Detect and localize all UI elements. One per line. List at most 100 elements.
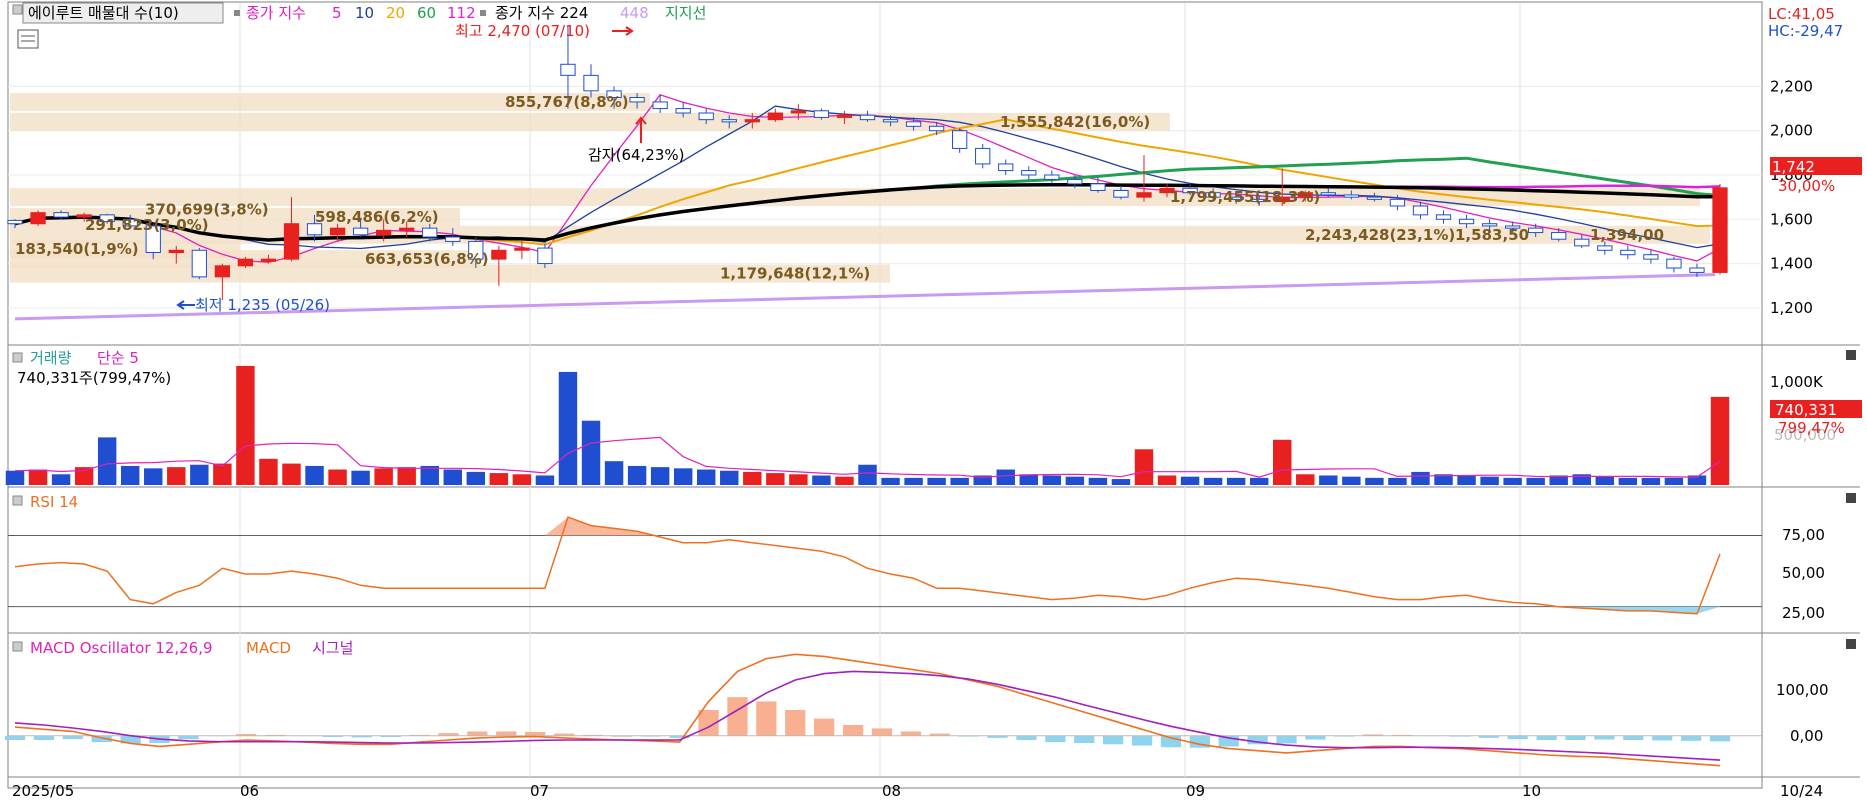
candle-body	[882, 119, 899, 123]
macd-toggle-icon[interactable]	[12, 641, 23, 652]
calculator-icon[interactable]	[17, 29, 39, 49]
volume-last: 740,331	[1775, 401, 1837, 419]
candle-body	[952, 130, 968, 149]
volume-band-label: 370,699(3,8%)	[145, 200, 269, 218]
legend-ma448: 448	[620, 4, 649, 22]
volume-bar	[904, 477, 923, 485]
legend-toggle-icon[interactable]	[12, 4, 23, 15]
volume-bar	[766, 473, 785, 485]
macd-title: MACD Oscillator 12,26,9	[30, 639, 213, 657]
signal-line	[14, 670, 1721, 761]
legend-support: 지지선	[665, 4, 706, 22]
volume-close-icon[interactable]	[1846, 350, 1856, 360]
volume-bar	[1526, 477, 1545, 485]
volume-axis-tick: 1,000K	[1770, 373, 1824, 391]
price-axis: 2,2002,0001,8001,6001,4001,200	[1770, 77, 1813, 316]
volume-bar	[558, 371, 578, 485]
candle-body	[168, 249, 184, 254]
candle-body	[445, 236, 461, 242]
volume-bar	[1480, 476, 1499, 485]
volume-bar	[282, 463, 301, 485]
candle-body	[1689, 267, 1705, 273]
candle-body	[1389, 198, 1406, 207]
rsi-overbought-fill	[15, 517, 1720, 536]
candle-body	[399, 227, 415, 231]
high-arrow-icon	[612, 26, 634, 36]
candle-body	[30, 212, 46, 225]
x-label-may: 2025/05	[12, 782, 74, 800]
volume-bar	[236, 365, 255, 485]
candle-body	[1412, 205, 1429, 216]
macd-oscillator-bar	[1680, 735, 1702, 741]
volume-bar	[374, 468, 393, 485]
volume-ma-label: 단순 5	[97, 349, 139, 367]
legend-bullet-icon	[234, 10, 240, 16]
candle-body	[1458, 218, 1475, 225]
volume-bar	[789, 474, 808, 485]
volume-bar	[1710, 396, 1730, 485]
volume-bar	[858, 464, 877, 485]
x-label-oct: 10	[1522, 782, 1541, 800]
volume-band-label: 1,799,455(18,3%)	[1170, 188, 1320, 206]
candle-body	[652, 101, 668, 110]
volume-bar	[1342, 476, 1361, 485]
candle-body	[1113, 190, 1129, 198]
volume-bar	[650, 467, 670, 485]
volume-bar	[1042, 475, 1062, 485]
volume-bar	[259, 458, 278, 485]
rsi-axis-75: 75,00	[1782, 526, 1825, 544]
candle-body	[975, 147, 991, 165]
legend-ma-label: 종가 지수	[246, 4, 306, 22]
volume-bar	[996, 469, 1015, 485]
volume-bar	[881, 477, 900, 485]
volume-bar	[512, 474, 532, 485]
volume-bar	[1249, 477, 1269, 485]
macd-oscillator-bar	[33, 735, 55, 740]
candle-body	[1343, 194, 1359, 198]
volume-band-label: 855,767(8,8%)	[505, 93, 629, 111]
macd-axis-0: 0,00	[1790, 727, 1823, 745]
volume-bar	[466, 471, 486, 485]
macd-oscillator-bar	[814, 718, 835, 736]
volume-bar	[443, 469, 462, 485]
volume-bar	[812, 475, 831, 485]
candle-body	[376, 229, 392, 236]
volume-bar	[1641, 477, 1661, 485]
candle-body	[53, 212, 69, 218]
rsi-axis-25: 25,00	[1782, 604, 1825, 622]
volume-bar	[1180, 476, 1200, 485]
legend-ma5: 5	[332, 4, 342, 22]
volume-bar	[144, 468, 163, 485]
volume-bar	[51, 474, 71, 485]
macd-oscillator-bar	[1652, 735, 1673, 741]
signal-label: 시그널	[312, 639, 353, 657]
candle-body	[1067, 178, 1083, 185]
volume-bar	[535, 475, 555, 485]
macd-axis-100: 100,00	[1776, 681, 1829, 699]
volume-band-label: 2,243,428(23,1%)	[1305, 226, 1455, 244]
candle-body	[1712, 187, 1728, 273]
price-axis-tick: 2,200	[1770, 77, 1813, 95]
macd-oscillator-bar	[1276, 735, 1297, 744]
rsi-close-icon[interactable]	[1846, 493, 1856, 503]
macd-oscillator-bar	[842, 725, 864, 736]
macd-oscillator-bar	[467, 731, 488, 736]
macd-oscillator-bar	[756, 701, 777, 736]
candle-body	[1620, 249, 1636, 256]
macd-oscillator-bar	[871, 728, 893, 736]
volume-bar	[1111, 479, 1131, 485]
macd-close-icon[interactable]	[1846, 639, 1856, 649]
macd-oscillator-bar	[1103, 735, 1124, 745]
volume-toggle-icon[interactable]	[12, 352, 23, 363]
x-label-aug: 08	[882, 782, 901, 800]
candle-body	[1574, 238, 1590, 247]
candle-body	[1551, 232, 1567, 240]
macd-line	[14, 653, 1721, 767]
rsi-toggle-icon[interactable]	[12, 495, 23, 506]
volume-bar	[1134, 449, 1154, 485]
macd-oscillator-bar	[1536, 735, 1557, 740]
macd-oscillator-bar	[1131, 735, 1153, 746]
macd-oscillator-bar	[178, 735, 199, 740]
candle-body	[1320, 192, 1336, 196]
volume-bar	[673, 468, 693, 485]
